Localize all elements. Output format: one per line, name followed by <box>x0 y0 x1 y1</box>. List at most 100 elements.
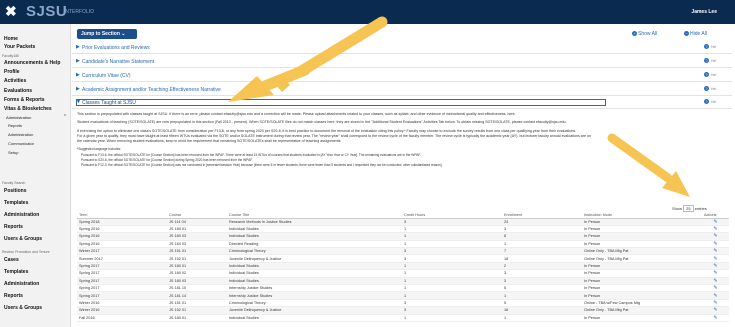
sote-paragraph: Student evaluations of teaching (SOTE/SO… <box>77 120 567 124</box>
cell-instruction-mode: In Person <box>582 262 702 271</box>
table-row: Spring 2016 JS 180 01 Individual Studies 1 3… <box>77 225 729 234</box>
cell-enrollment: 1 <box>502 291 582 300</box>
sidebar-item-search-admin[interactable]: Administration <box>4 212 39 218</box>
edit-pencil-icon[interactable]: ✎ <box>713 219 717 225</box>
sidebar-item-rpt-users[interactable]: Users & Groups <box>4 305 42 311</box>
user-menu[interactable]: James Lee <box>691 9 717 15</box>
table-row: Spring 2016 JS 180 03 Individual Studies 1 8… <box>77 232 729 241</box>
section-narrative-statement[interactable]: ▶ Candidate's Narrative Statement ? Hel <box>72 56 732 68</box>
show-label: Show <box>672 206 683 211</box>
show-all-label: Show All <box>638 31 658 37</box>
sidebar-item-positions[interactable]: Positions <box>4 188 27 194</box>
cell-course: JS 180 01 <box>167 314 227 322</box>
sidebar-item-cases[interactable]: Cases <box>4 257 19 263</box>
cell-instruction-mode: Online Only - TBA Mtg Pat <box>582 247 702 256</box>
cell-enrollment: 3 <box>502 277 582 286</box>
hide-all-label: Hide All <box>690 31 707 37</box>
edit-pencil-icon[interactable]: ✎ <box>713 300 717 306</box>
plus-icon: + <box>632 31 637 37</box>
sidebar-item-administration[interactable]: Administration <box>6 115 31 120</box>
chevron-up-icon[interactable]: ^ <box>64 114 66 120</box>
table-row: Spring 2017 JS 181 14 Internship Justice S… <box>77 291 729 300</box>
cell-instruction-mode: In Person <box>582 277 702 286</box>
sidebar-sub-setup[interactable]: Setup <box>8 150 18 155</box>
help-label: Hel <box>711 73 717 77</box>
sidebar-sub-administration[interactable]: Administration <box>8 132 33 137</box>
sidebar-item-vitas[interactable]: Vitas & Biosketches <box>4 106 52 112</box>
sidebar-item-profile[interactable]: Profile <box>4 69 20 75</box>
table-row: Winter 2016 JS 152 01 Juvenile Delinquency… <box>77 306 729 315</box>
sidebar-section-faculty: Faculty180 <box>2 54 20 58</box>
expand-icon: ▶ <box>76 44 80 50</box>
sidebar-item-announcements[interactable]: Announcements & Help <box>4 60 60 66</box>
cell-instruction-mode: In Person <box>582 225 702 234</box>
edit-pencil-icon[interactable]: ✎ <box>713 278 717 284</box>
close-icon[interactable]: ✖ <box>5 3 17 20</box>
edit-pencil-icon[interactable]: ✎ <box>713 307 717 313</box>
sidebar-item-templates[interactable]: Templates <box>4 200 28 206</box>
edit-pencil-icon[interactable]: ✎ <box>713 248 717 254</box>
help-icon[interactable]: ? <box>704 86 709 91</box>
cell-term: Winter 2016 <box>77 306 167 315</box>
sidebar-item-home[interactable]: Home <box>4 36 18 42</box>
cell-term: Spring 2016 <box>77 225 167 234</box>
cell-title: Individual Studies <box>227 262 402 271</box>
sidebar-item-search-reports[interactable]: Reports <box>4 224 23 230</box>
edit-pencil-icon[interactable]: ✎ <box>713 315 717 321</box>
sidebar-item-your-packets[interactable]: Your Packets <box>4 44 35 50</box>
section-cv[interactable]: ▶ Curriculum Vitae (CV) ? Hel <box>72 70 732 82</box>
sidebar: Home Your Packets Faculty180 Announcemen… <box>0 24 71 327</box>
cell-course: JS 180 01 <box>167 262 227 271</box>
edit-pencil-icon[interactable]: ✎ <box>713 293 717 299</box>
sidebar-item-activities[interactable]: Activities <box>4 78 26 84</box>
sidebar-item-rpt-reports[interactable]: Reports <box>4 293 23 299</box>
section-classes-taught[interactable]: ▼ Classes Taught at SJSU ? Hel <box>72 97 732 109</box>
suggested-bullet-3: Pursuant to F12-3, the official SOTE/SOL… <box>81 163 443 167</box>
page-size-select[interactable]: 25 <box>683 205 694 212</box>
cell-term: Winter 2016 <box>77 299 167 308</box>
sidebar-section-rpt: Review, Promotion and Tenure <box>2 250 50 254</box>
sidebar-item-forms-reports[interactable]: Forms & Reports <box>4 97 45 103</box>
minus-icon: − <box>684 31 689 37</box>
hide-all-button[interactable]: − Hide All <box>684 31 707 37</box>
cell-actions: ✎ <box>702 225 729 234</box>
cell-enrollment: 7 <box>502 247 582 256</box>
edit-pencil-icon[interactable]: ✎ <box>713 241 717 247</box>
edit-pencil-icon[interactable]: ✎ <box>713 285 717 291</box>
edit-pencil-icon[interactable]: ✎ <box>713 226 717 232</box>
intro-paragraph: This section is prepopulated with classe… <box>77 112 516 116</box>
help-label: Hel <box>711 100 717 104</box>
sidebar-sub-reports[interactable]: Reports <box>8 123 22 128</box>
help-icon[interactable]: ? <box>704 44 709 49</box>
sidebar-sub-communicator[interactable]: Communicator <box>8 141 34 146</box>
jump-to-section-button[interactable]: Jump to Section ⌄ <box>77 29 137 39</box>
sidebar-item-rpt-admin[interactable]: Administration <box>4 281 39 287</box>
edit-pencil-icon[interactable]: ✎ <box>713 270 717 276</box>
cell-credit-hours: 1 <box>402 240 502 249</box>
section-prior-evaluations[interactable]: ▶ Prior Evaluations and Reviews ? Hel <box>72 42 732 54</box>
help-icon[interactable]: ? <box>704 72 709 77</box>
cell-actions: ✎ <box>702 284 729 293</box>
cell-credit-hours: 3 <box>402 306 502 315</box>
cell-term: Summer 2017 <box>77 254 167 263</box>
cell-instruction-mode: Online Only - TBA Mtg Pat <box>582 306 702 315</box>
sidebar-item-rpt-templates[interactable]: Templates <box>4 269 28 275</box>
cell-enrollment: 3 <box>502 269 582 278</box>
edit-pencil-icon[interactable]: ✎ <box>713 263 717 269</box>
sidebar-item-evaluations[interactable]: Evaluations <box>4 88 32 94</box>
edit-pencil-icon[interactable]: ✎ <box>713 233 717 239</box>
cell-credit-hours: 1 <box>402 314 502 322</box>
table-row: Spring 2017 JS 180 02 Individual Studies 1 3… <box>77 269 729 278</box>
help-icon[interactable]: ? <box>704 99 709 104</box>
sidebar-item-search-users[interactable]: Users & Groups <box>4 236 42 242</box>
edit-pencil-icon[interactable]: ✎ <box>713 256 717 262</box>
section-teaching-narrative[interactable]: ▶ Academic Assignment and/or Teaching Ef… <box>72 84 732 96</box>
help-icon[interactable]: ? <box>704 58 709 63</box>
cell-title: Criminological Theory <box>227 299 402 308</box>
cell-actions: ✎ <box>702 314 729 322</box>
table-row: Fall 2016 JS 180 01 Individual Studies 1 1 In… <box>77 314 729 322</box>
cell-title: Individual Studies <box>227 277 402 286</box>
cell-actions: ✎ <box>702 277 729 286</box>
show-all-button[interactable]: + Show All <box>632 31 657 37</box>
cell-course: JS 180 02 <box>167 269 227 278</box>
